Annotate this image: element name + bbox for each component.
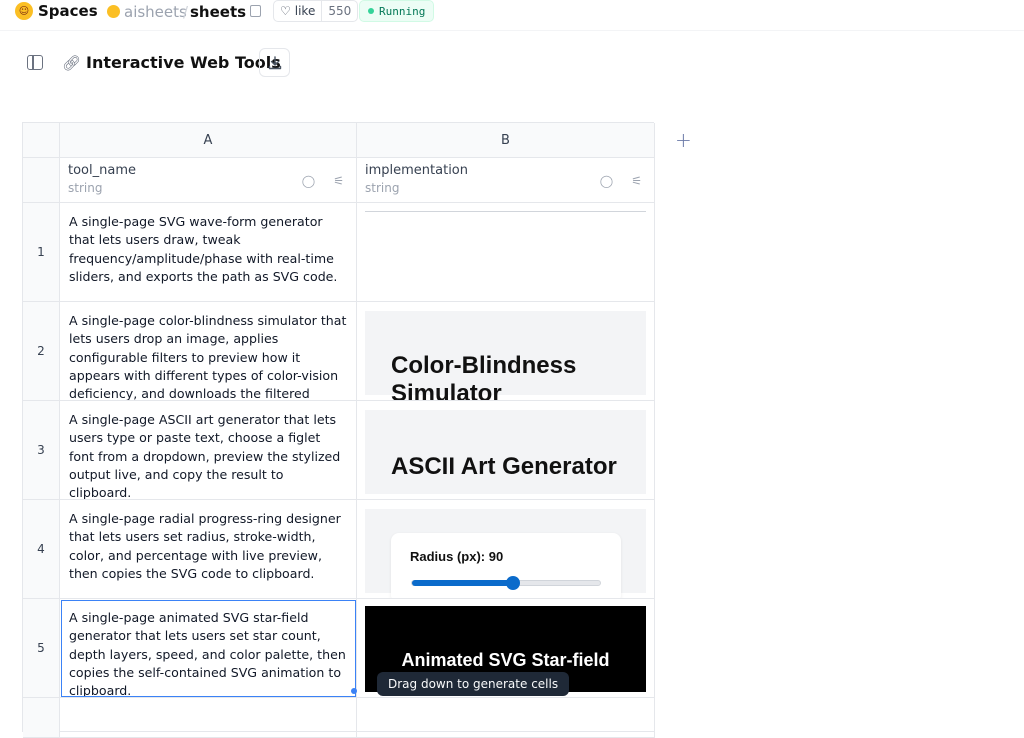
link-icon[interactable]: 🔗︎ — [62, 54, 81, 72]
implementation-cell[interactable]: ASCII Art Generator — [357, 401, 655, 500]
empty-cell[interactable] — [357, 698, 655, 738]
tool-name-cell[interactable]: A single-page radial progress-ring desig… — [60, 500, 357, 599]
row-number[interactable]: 3 — [23, 401, 60, 500]
repo-link[interactable]: sheets — [190, 3, 246, 21]
spaces-header: ☺ Spaces aisheets / sheets ♡ like 550 Run… — [0, 0, 1024, 24]
tool-name-cell[interactable]: A single-page SVG wave-form generator th… — [60, 203, 357, 302]
hugging-face-logo-icon[interactable]: ☺ — [15, 2, 33, 20]
html-preview: ASCII Art Generator — [365, 410, 646, 494]
like-count: 550 — [328, 4, 352, 18]
html-preview: Color-Blindness Simulator — [365, 311, 646, 400]
row-number[interactable]: 5 — [23, 599, 60, 698]
radius-label: Radius (px): 90 — [410, 549, 504, 564]
tool-name-cell-selected[interactable]: A single-page animated SVG star-field ge… — [60, 599, 357, 698]
sidebar-toggle-icon[interactable] — [27, 55, 43, 70]
html-preview: Radius (px): 90 — [365, 509, 646, 598]
row-number[interactable]: 1 — [23, 203, 60, 302]
empty-cell[interactable] — [60, 698, 357, 738]
fill-handle[interactable] — [351, 688, 357, 694]
column-letter-b[interactable]: B — [357, 123, 655, 158]
egg-icon[interactable]: ◯ — [302, 174, 315, 188]
slider-fill — [412, 580, 513, 586]
preview-heading: Color-Blindness Simulator — [391, 352, 577, 401]
add-column-icon[interactable]: + — [675, 128, 692, 152]
slider-thumb[interactable] — [505, 576, 520, 590]
egg-icon[interactable]: ◯ — [600, 174, 613, 188]
spaces-link[interactable]: Spaces — [38, 2, 98, 20]
preview-heading: ASCII Art Generator — [391, 453, 617, 480]
heart-icon: ♡ — [280, 4, 291, 18]
preview-heading: Animated SVG Star-field — [401, 650, 610, 670]
implementation-cell[interactable]: Color-Blindness Simulator — [357, 302, 655, 401]
status-badge: Running — [359, 0, 435, 22]
row-number-empty[interactable] — [23, 698, 60, 738]
column-letter-a[interactable]: A — [60, 123, 357, 158]
radius-slider[interactable] — [411, 576, 601, 590]
column-header-implementation[interactable]: implementation string ◯ ⚟ — [357, 158, 655, 203]
grid-corner — [23, 123, 60, 158]
preview-frame-edge — [365, 211, 646, 212]
tooltip: Drag down to generate cells — [377, 672, 570, 696]
implementation-cell[interactable]: Radius (px): 90 — [357, 500, 655, 599]
settings-sliders-icon[interactable]: ⚟ — [333, 174, 344, 188]
download-button[interactable] — [259, 48, 290, 77]
owner-link[interactable]: aisheets — [124, 3, 187, 21]
tool-name-cell[interactable]: A single-page ASCII art generator that l… — [60, 401, 357, 500]
page-title: Interactive Web Tools — [86, 53, 281, 72]
path-separator: / — [183, 3, 189, 21]
column-header-tool-name[interactable]: tool_name string ◯ ⚟ — [60, 158, 357, 203]
like-button[interactable]: ♡ like 550 — [273, 0, 359, 22]
data-grid: A B tool_name string ◯ ⚟ implementation … — [22, 122, 655, 738]
copy-icon[interactable] — [250, 5, 261, 17]
row-number[interactable]: 4 — [23, 500, 60, 599]
row-number[interactable]: 2 — [23, 302, 60, 401]
like-label: like — [294, 4, 316, 18]
header-divider — [0, 30, 1024, 31]
settings-sliders-icon[interactable]: ⚟ — [631, 174, 642, 188]
status-label: Running — [379, 4, 426, 18]
field-header-corner — [23, 158, 60, 203]
implementation-cell[interactable] — [357, 203, 655, 302]
download-icon — [268, 55, 281, 69]
owner-avatar-icon — [107, 5, 120, 18]
preview-card: Radius (px): 90 — [391, 533, 621, 598]
status-dot-icon — [368, 8, 374, 14]
tool-name-cell[interactable]: A single-page color-blindness simulator … — [60, 302, 357, 401]
